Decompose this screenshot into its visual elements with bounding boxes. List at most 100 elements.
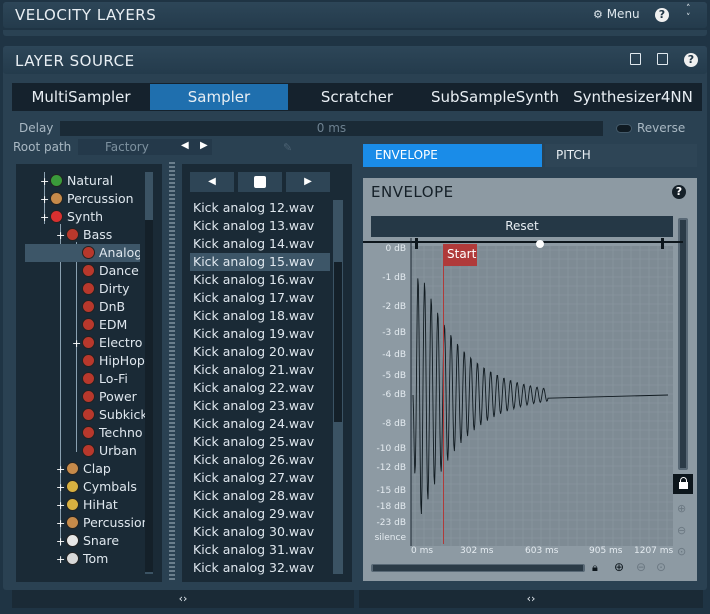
- tree-item[interactable]: DnB: [72, 298, 145, 316]
- expander-icon[interactable]: +: [56, 497, 65, 514]
- tab-subsamplesynth[interactable]: SubSampleSynth: [426, 84, 564, 110]
- tree-item[interactable]: + HiHat: [56, 496, 145, 514]
- horizontal-scroll-slider[interactable]: [371, 564, 585, 572]
- lock-zoom-icon[interactable]: 🔒︎: [592, 561, 598, 575]
- file-list-item[interactable]: Kick analog 21.wav: [190, 361, 330, 379]
- expander-icon[interactable]: +: [40, 173, 49, 190]
- expander-icon[interactable]: +: [56, 533, 65, 550]
- file-list-item[interactable]: Kick analog 19.wav: [190, 325, 330, 343]
- tree-item[interactable]: + Synth: [40, 208, 145, 226]
- save-icon[interactable]: [657, 53, 668, 65]
- load-icon[interactable]: [630, 53, 641, 65]
- file-list-item[interactable]: Kick analog 27.wav: [190, 469, 330, 487]
- tree-item[interactable]: + Cymbals: [56, 478, 145, 496]
- tree-scrollbar-thumb[interactable]: [145, 220, 153, 572]
- file-list-item[interactable]: Kick analog 16.wav: [190, 271, 330, 289]
- file-list-item[interactable]: Kick analog 18.wav: [190, 307, 330, 325]
- tree-item-label: Electro: [99, 335, 143, 350]
- zoom-out-icon[interactable]: ⊖: [636, 560, 646, 574]
- random-file-button[interactable]: [238, 172, 282, 192]
- tree-item[interactable]: Lo-Fi: [72, 370, 145, 388]
- root-path-select[interactable]: Factory ◀ ▶: [78, 139, 212, 155]
- reset-button[interactable]: Reset: [371, 216, 673, 237]
- column-splitter[interactable]: [169, 162, 175, 582]
- envelope-handle-mid[interactable]: [536, 240, 544, 248]
- bottom-toggle-right[interactable]: ‹›: [359, 590, 703, 608]
- file-list-item[interactable]: Kick analog 14.wav: [190, 235, 330, 253]
- file-list-item[interactable]: Kick analog 32.wav: [190, 559, 330, 577]
- tree-item[interactable]: + Tom: [56, 550, 145, 568]
- tree-item[interactable]: Dance: [72, 262, 145, 280]
- file-list-scrollbar[interactable]: [333, 200, 343, 574]
- zoom-vertical-fit-icon[interactable]: ⊙: [677, 545, 686, 558]
- expander-icon[interactable]: +: [40, 209, 49, 226]
- menu-button[interactable]: ⚙ Menu: [593, 7, 640, 23]
- file-list-item[interactable]: Kick analog 25.wav: [190, 433, 330, 451]
- tab-sampler[interactable]: Sampler: [150, 84, 288, 110]
- expander-icon[interactable]: +: [56, 461, 65, 478]
- tree-item[interactable]: Dirty: [72, 280, 145, 298]
- next-arrow-icon[interactable]: ▶: [200, 140, 208, 151]
- envelope-handle-right[interactable]: [661, 238, 664, 249]
- file-list-item[interactable]: Kick analog 12.wav: [190, 199, 330, 217]
- file-list-item[interactable]: Kick analog 20.wav: [190, 343, 330, 361]
- tab-multisampler[interactable]: MultiSampler: [12, 84, 150, 110]
- tree-item[interactable]: + Percussion: [40, 190, 145, 208]
- tree-item[interactable]: Analog: [25, 244, 140, 262]
- expand-collapse-icon[interactable]: ˄ ˅: [686, 5, 691, 23]
- envelope-handle-left[interactable]: [415, 238, 418, 249]
- expander-icon[interactable]: +: [72, 335, 81, 352]
- prev-file-button[interactable]: ◀: [190, 172, 234, 192]
- file-list-scrollbar-thumb[interactable]: [334, 262, 342, 422]
- envelope-graph[interactable]: [363, 238, 683, 558]
- file-list-item[interactable]: Kick analog 28.wav: [190, 487, 330, 505]
- tree-scrollbar[interactable]: [145, 172, 153, 574]
- tree-item-label: Dance: [99, 263, 139, 278]
- expander-icon[interactable]: +: [56, 551, 65, 568]
- edit-icon[interactable]: ✎: [283, 141, 292, 154]
- delay-slider[interactable]: 0 ms: [60, 121, 603, 136]
- tab-scratcher[interactable]: Scratcher: [288, 84, 426, 110]
- file-list-item[interactable]: Kick analog 23.wav: [190, 397, 330, 415]
- file-list-item[interactable]: Kick analog 26.wav: [190, 451, 330, 469]
- tree-item[interactable]: + Electro: [72, 334, 145, 352]
- tree-item[interactable]: + Clap: [56, 460, 145, 478]
- help-icon[interactable]: ?: [655, 8, 669, 22]
- zoom-in-icon[interactable]: ⊕: [614, 560, 624, 574]
- start-marker[interactable]: Start: [443, 244, 477, 266]
- tree-item[interactable]: Subkick: [72, 406, 145, 424]
- file-list-item[interactable]: Kick analog 31.wav: [190, 541, 330, 559]
- expander-icon[interactable]: +: [56, 515, 65, 532]
- tree-item[interactable]: Techno: [72, 424, 145, 442]
- zoom-fit-icon[interactable]: ⊙: [656, 560, 666, 574]
- tree-item[interactable]: HipHop: [72, 352, 145, 370]
- tab-synthesizer4nn[interactable]: Synthesizer4NN: [564, 84, 702, 110]
- tree-item[interactable]: + Percussion: [56, 514, 145, 532]
- file-list-item[interactable]: Kick analog 30.wav: [190, 523, 330, 541]
- expander-icon[interactable]: +: [56, 479, 65, 496]
- tree-item[interactable]: + Natural: [40, 172, 145, 190]
- file-list-item[interactable]: Kick analog 13.wav: [190, 217, 330, 235]
- file-list-item[interactable]: Kick analog 17.wav: [190, 289, 330, 307]
- reverse-toggle[interactable]: [616, 124, 632, 133]
- tree-item[interactable]: Power: [72, 388, 145, 406]
- expander-icon[interactable]: +: [40, 191, 49, 208]
- expander-icon[interactable]: +: [56, 227, 65, 244]
- tree-item[interactable]: + Bass: [56, 226, 145, 244]
- tree-item[interactable]: + Snare: [56, 532, 145, 550]
- bottom-toggle-left[interactable]: ‹›: [12, 590, 354, 608]
- envelope-tab[interactable]: ENVELOPE: [363, 144, 542, 167]
- file-list-item[interactable]: Kick analog 22.wav: [190, 379, 330, 397]
- next-file-button[interactable]: ▶: [286, 172, 330, 192]
- tree-item[interactable]: EDM: [72, 316, 145, 334]
- prev-arrow-icon[interactable]: ◀: [181, 140, 189, 151]
- envelope-help-icon[interactable]: ?: [672, 185, 686, 199]
- file-list-item[interactable]: Kick analog 24.wav: [190, 415, 330, 433]
- file-list-item[interactable]: Kick analog 29.wav: [190, 505, 330, 523]
- zoom-vertical-out-icon[interactable]: ⊖: [677, 524, 686, 537]
- zoom-vertical-in-icon[interactable]: ⊕: [677, 502, 686, 515]
- tree-item[interactable]: Urban: [72, 442, 145, 460]
- pitch-tab[interactable]: PITCH: [545, 144, 697, 167]
- file-list-item[interactable]: Kick analog 15.wav: [190, 253, 330, 271]
- help-icon[interactable]: ?: [684, 53, 698, 67]
